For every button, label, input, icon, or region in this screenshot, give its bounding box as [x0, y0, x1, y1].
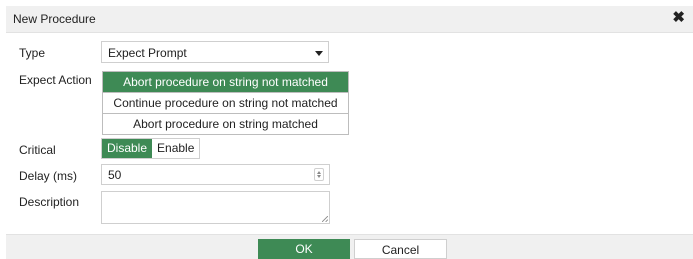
close-icon[interactable]: ✖	[672, 9, 685, 27]
type-select[interactable]: Expect Prompt	[101, 41, 329, 63]
expect-action-label: Expect Action	[19, 73, 92, 87]
new-procedure-dialog: New Procedure ✖ Type Expect Prompt Expec…	[0, 0, 693, 259]
delay-input[interactable]: 50	[101, 164, 330, 185]
critical-toggle: Disable Enable	[101, 138, 201, 159]
critical-enable-option[interactable]: Enable	[152, 139, 200, 158]
critical-disable-option[interactable]: Disable	[102, 139, 153, 158]
spinner-arrows-icon[interactable]	[314, 168, 324, 181]
spinner-up-icon	[317, 171, 321, 174]
description-label: Description	[19, 195, 80, 209]
critical-label: Critical	[19, 143, 56, 157]
resize-grip-icon[interactable]	[322, 216, 328, 222]
delay-value: 50	[108, 168, 122, 182]
cancel-button[interactable]: Cancel	[354, 239, 447, 259]
description-field[interactable]	[101, 191, 330, 224]
delay-label: Delay (ms)	[19, 169, 78, 183]
dialog-header: New Procedure ✖	[6, 6, 693, 33]
dialog-title: New Procedure	[13, 12, 96, 26]
ok-button[interactable]: OK	[258, 239, 350, 259]
caret-down-icon	[315, 51, 323, 56]
expect-action-option-abort-matched[interactable]: Abort procedure on string matched	[103, 114, 348, 134]
type-select-value: Expect Prompt	[108, 46, 187, 60]
expect-action-option-abort-not-matched[interactable]: Abort procedure on string not matched	[103, 72, 348, 93]
spinner-down-icon	[317, 175, 321, 178]
expect-action-option-continue-not-matched[interactable]: Continue procedure on string not matched	[103, 93, 348, 114]
type-label: Type	[19, 46, 46, 60]
expect-action-options: Abort procedure on string not matched Co…	[102, 71, 349, 135]
